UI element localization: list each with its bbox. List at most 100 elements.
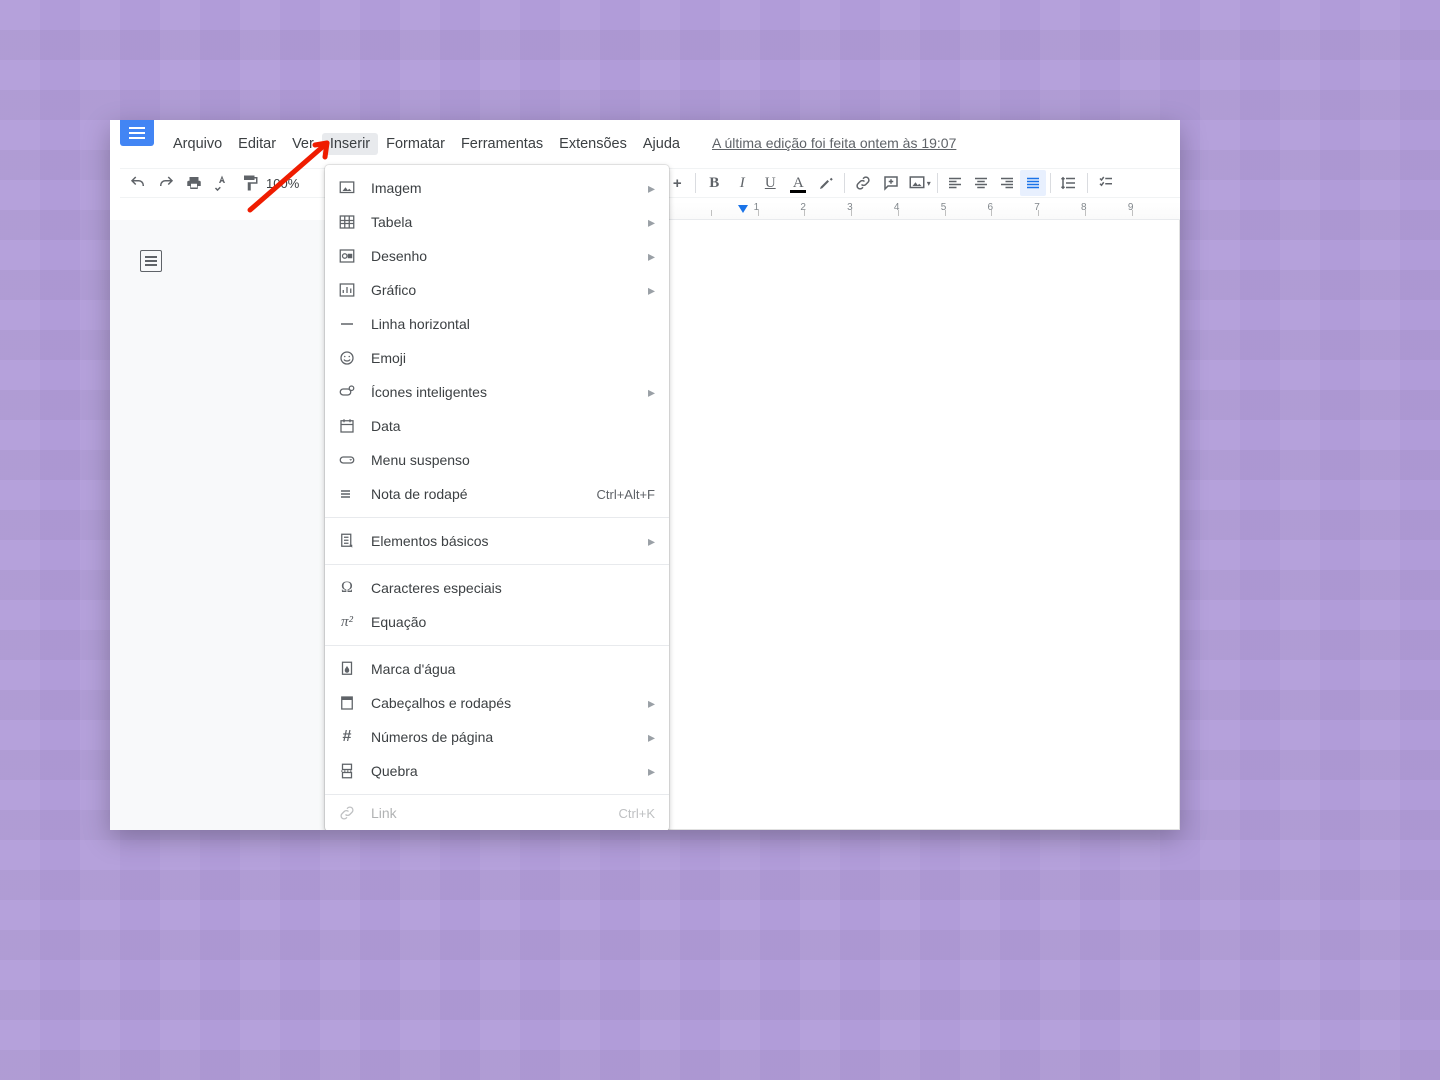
separator (695, 173, 696, 193)
dd-shortcut: Ctrl+K (619, 806, 655, 821)
dd-emoji[interactable]: Emoji (325, 341, 669, 375)
ruler[interactable]: 1 1 2 3 4 5 6 7 8 9 10 (660, 202, 1180, 220)
dd-desenho[interactable]: Desenho ▸ (325, 239, 669, 273)
chevron-right-icon: ▸ (648, 248, 655, 265)
dd-nota-rodape[interactable]: Nota de rodapé Ctrl+Alt+F (325, 477, 669, 511)
chart-icon (337, 280, 357, 300)
dd-label: Nota de rodapé (371, 486, 596, 502)
app-window: Arquivo Editar Ver Inserir Formatar Ferr… (110, 120, 1180, 830)
dd-label: Elementos básicos (371, 533, 638, 549)
dd-quebra[interactable]: Quebra ▸ (325, 754, 669, 788)
ruler-mark: 7 (1034, 202, 1040, 213)
align-right-button[interactable] (994, 170, 1020, 196)
align-left-button[interactable] (942, 170, 968, 196)
dd-label: Linha horizontal (371, 316, 655, 332)
dd-label: Cabeçalhos e rodapés (371, 695, 638, 711)
dd-data[interactable]: Data (325, 409, 669, 443)
print-button[interactable] (180, 170, 208, 196)
dd-link[interactable]: Link Ctrl+K (325, 801, 669, 825)
dd-numeros-pagina[interactable]: # Números de página ▸ (325, 720, 669, 754)
dd-caracteres-especiais[interactable]: Ω Caracteres especiais (325, 571, 669, 605)
dd-elementos-basicos[interactable]: Elementos básicos ▸ (325, 524, 669, 558)
add-comment-button[interactable] (877, 170, 905, 196)
dd-linha-horizontal[interactable]: Linha horizontal (325, 307, 669, 341)
menu-bar: Arquivo Editar Ver Inserir Formatar Ferr… (165, 133, 688, 155)
spellcheck-button[interactable] (208, 170, 236, 196)
menu-icon (129, 132, 145, 134)
ruler-mark: 2 (800, 202, 806, 213)
dd-grafico[interactable]: Gráfico ▸ (325, 273, 669, 307)
dd-label: Data (371, 418, 655, 434)
dd-label: Link (371, 805, 619, 821)
building-blocks-icon (337, 531, 357, 551)
dd-label: Emoji (371, 350, 655, 366)
horizontal-line-icon (337, 314, 357, 334)
align-justify-button[interactable] (1020, 170, 1046, 196)
insert-link-button[interactable] (849, 170, 877, 196)
menu-arquivo[interactable]: Arquivo (165, 133, 230, 155)
header-footer-icon (337, 693, 357, 713)
chevron-right-icon: ▸ (648, 384, 655, 401)
underline-button[interactable]: U (756, 170, 784, 196)
menu-extensoes[interactable]: Extensões (551, 133, 635, 155)
insert-image-button[interactable]: ▾ (905, 170, 933, 196)
text-color-letter: A (793, 175, 804, 192)
last-edit-link[interactable]: A última edição foi feita ontem às 19:07 (712, 135, 956, 151)
dd-label: Números de página (371, 729, 638, 745)
menu-ver[interactable]: Ver (284, 133, 322, 155)
watermark-icon (337, 659, 357, 679)
ruler-mark: 8 (1081, 202, 1087, 213)
dd-shortcut: Ctrl+Alt+F (596, 487, 655, 502)
separator (937, 173, 938, 193)
paint-format-button[interactable] (236, 170, 264, 196)
undo-button[interactable] (124, 170, 152, 196)
dd-imagem[interactable]: Imagem ▸ (325, 171, 669, 205)
dd-icones-inteligentes[interactable]: Ícones inteligentes ▸ (325, 375, 669, 409)
ruler-mark: 1 (754, 202, 760, 213)
checklist-button[interactable] (1092, 170, 1120, 196)
text-color-button[interactable]: A (784, 170, 812, 196)
menu-ajuda[interactable]: Ajuda (635, 133, 688, 155)
chevron-right-icon: ▸ (648, 763, 655, 780)
menu-inserir[interactable]: Inserir (322, 133, 378, 155)
highlight-button[interactable] (812, 170, 840, 196)
zoom-level[interactable]: 100% (264, 176, 305, 191)
separator (1087, 173, 1088, 193)
align-center-button[interactable] (968, 170, 994, 196)
link-icon (337, 803, 357, 823)
redo-button[interactable] (152, 170, 180, 196)
ruler-mark: 9 (1128, 202, 1134, 213)
menu-editar[interactable]: Editar (230, 133, 284, 155)
hash-icon: # (337, 727, 357, 747)
chevron-right-icon: ▸ (648, 695, 655, 712)
divider (325, 517, 669, 518)
ruler-mark: 4 (894, 202, 900, 213)
dd-marca-dagua[interactable]: Marca d'água (325, 652, 669, 686)
text-color-underline-icon (790, 190, 806, 193)
menu-formatar[interactable]: Formatar (378, 133, 453, 155)
separator (844, 173, 845, 193)
document-page[interactable] (660, 220, 1180, 830)
dd-equacao[interactable]: π² Equação (325, 605, 669, 639)
ruler-mark: 6 (987, 202, 993, 213)
dd-tabela[interactable]: Tabela ▸ (325, 205, 669, 239)
line-spacing-button[interactable] (1055, 170, 1083, 196)
italic-button[interactable]: I (728, 170, 756, 196)
divider (325, 645, 669, 646)
footnote-icon (337, 484, 357, 504)
equation-icon: π² (337, 612, 357, 632)
dd-label: Quebra (371, 763, 638, 779)
ruler-mark: 5 (941, 202, 947, 213)
dropdown-icon (337, 450, 357, 470)
menu-ferramentas[interactable]: Ferramentas (453, 133, 551, 155)
smart-chips-icon (337, 382, 357, 402)
page-break-icon (337, 761, 357, 781)
divider (325, 564, 669, 565)
docs-logo[interactable] (120, 120, 154, 146)
dd-menu-suspenso[interactable]: Menu suspenso (325, 443, 669, 477)
outline-icon[interactable] (140, 250, 162, 272)
table-icon (337, 212, 357, 232)
bold-button[interactable]: B (700, 170, 728, 196)
dd-cabecalhos-rodapes[interactable]: Cabeçalhos e rodapés ▸ (325, 686, 669, 720)
dd-label: Ícones inteligentes (371, 384, 638, 400)
